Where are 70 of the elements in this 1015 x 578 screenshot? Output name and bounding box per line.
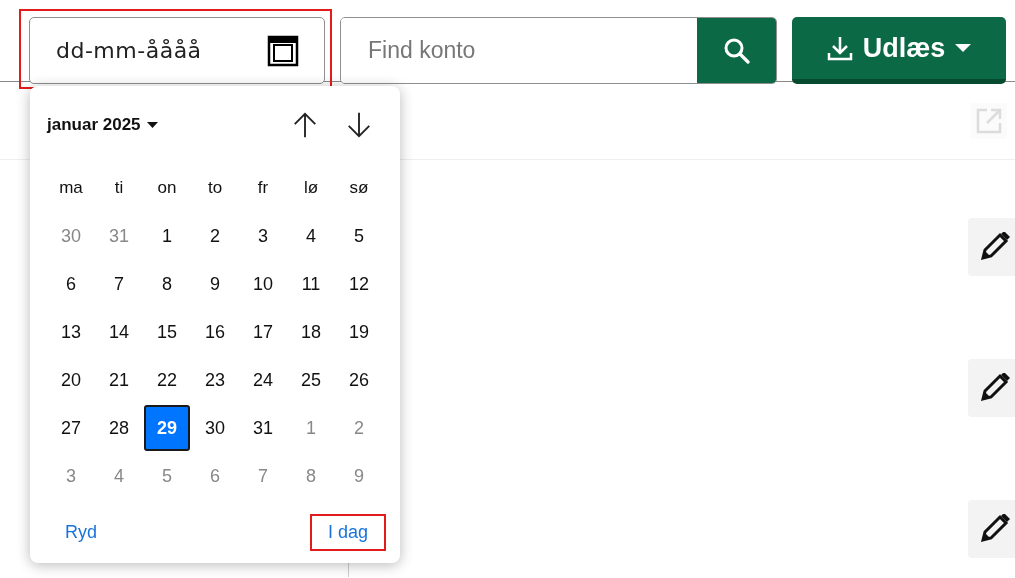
calendar-day[interactable]: 2 — [192, 213, 238, 259]
calendar-day[interactable]: 7 — [240, 453, 286, 499]
month-year-dropdown[interactable]: januar 2025 — [47, 115, 158, 135]
calendar-day[interactable]: 4 — [288, 213, 334, 259]
calendar-day[interactable]: 28 — [96, 405, 142, 451]
calendar-day[interactable]: 1 — [144, 213, 190, 259]
caret-icon — [955, 44, 972, 52]
calendar-day[interactable]: 6 — [48, 261, 94, 307]
clear-link[interactable]: Ryd — [47, 513, 115, 551]
calendar-day[interactable]: 8 — [144, 261, 190, 307]
today-link[interactable]: I dag — [309, 513, 386, 551]
weekday-label: lø — [303, 178, 319, 198]
calendar-day[interactable]: 8 — [288, 453, 334, 499]
calendar-day[interactable]: 7 — [96, 261, 142, 307]
calendar-day[interactable]: 20 — [48, 357, 94, 403]
search-button[interactable] — [697, 18, 776, 83]
edit-button[interactable] — [968, 500, 1015, 558]
weekday-label: to — [207, 178, 223, 198]
weekday-label: sø — [349, 178, 369, 198]
calendar-day[interactable]: 4 — [96, 453, 142, 499]
calendar-day[interactable]: 21 — [96, 357, 142, 403]
calendar-day[interactable]: 2 — [336, 405, 382, 451]
calendar-day[interactable]: 5 — [336, 213, 382, 259]
calendar-day[interactable]: 19 — [336, 309, 382, 355]
search-icon — [723, 37, 750, 64]
calendar-day[interactable]: 11 — [288, 261, 334, 307]
calendar-day[interactable]: 3 — [240, 213, 286, 259]
pencil-icon — [979, 373, 1010, 403]
calendar-day[interactable]: 30 — [48, 213, 94, 259]
calendar-day[interactable]: 3 — [48, 453, 94, 499]
weekday-label: fr — [257, 178, 269, 198]
calendar-day[interactable]: 18 — [288, 309, 334, 355]
calendar-day[interactable]: 22 — [144, 357, 190, 403]
calendar-day[interactable]: 16 — [192, 309, 238, 355]
pencil-icon — [979, 514, 1010, 544]
pencil-icon — [979, 232, 1010, 262]
arrow-up-icon — [291, 111, 319, 139]
calendar-icon — [267, 34, 299, 68]
calendar-day[interactable]: 27 — [48, 405, 94, 451]
calendar-day[interactable]: 13 — [48, 309, 94, 355]
calendar-day[interactable]: 10 — [240, 261, 286, 307]
calendar-day[interactable]: 9 — [336, 453, 382, 499]
date-field[interactable]: dd-mm-åååå — [29, 17, 325, 84]
calendar-day[interactable]: 1 — [288, 405, 334, 451]
download-icon — [826, 35, 853, 61]
search-field[interactable]: Find konto — [340, 17, 777, 84]
calendar-day[interactable]: 29 — [144, 405, 190, 451]
calendar-day[interactable]: 14 — [96, 309, 142, 355]
calendar-day[interactable]: 26 — [336, 357, 382, 403]
weekday-label: ti — [114, 178, 124, 198]
edit-button[interactable] — [968, 359, 1015, 417]
calendar-day[interactable]: 17 — [240, 309, 286, 355]
calendar-day[interactable]: 6 — [192, 453, 238, 499]
calendar-day[interactable]: 24 — [240, 357, 286, 403]
calendar-day[interactable]: 5 — [144, 453, 190, 499]
calendar-day[interactable]: 31 — [240, 405, 286, 451]
arrow-down-icon — [345, 111, 373, 139]
calendar-day[interactable]: 30 — [192, 405, 238, 451]
calendar-day[interactable]: 31 — [96, 213, 142, 259]
external-link-icon — [975, 106, 1003, 135]
calendar-day[interactable]: 15 — [144, 309, 190, 355]
weekday-label: on — [157, 178, 177, 198]
caret-icon — [146, 122, 158, 128]
calendar-day[interactable]: 25 — [288, 357, 334, 403]
export-button[interactable]: Udlæs — [792, 17, 1006, 84]
calendar-day[interactable]: 9 — [192, 261, 238, 307]
calendar-day[interactable]: 23 — [192, 357, 238, 403]
edit-button[interactable] — [968, 218, 1015, 276]
weekday-label: ma — [59, 178, 83, 198]
calendar-day[interactable]: 12 — [336, 261, 382, 307]
